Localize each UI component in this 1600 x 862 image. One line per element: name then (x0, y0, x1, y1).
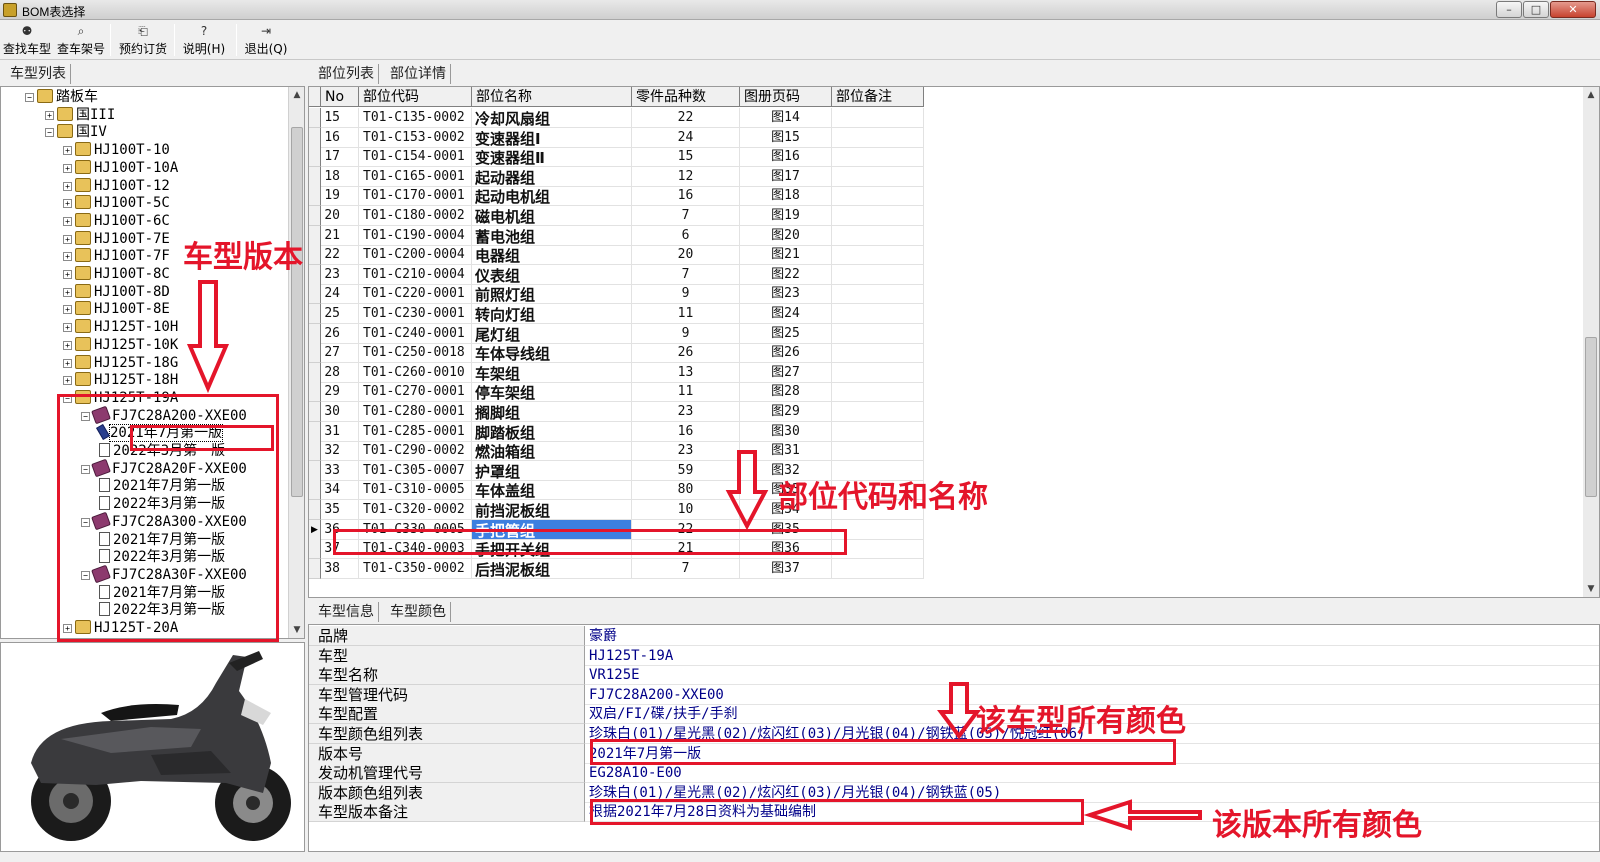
arrow-left-icon (1083, 799, 1202, 831)
arrow-down-icon (937, 682, 981, 740)
annotation-arrows (186, 280, 1202, 831)
arrow-down-icon (725, 450, 769, 531)
bom-select-window: BOM表选择 – □ ✕ ⚉ 查找车型 ⌕ 查车架号 ⎗ 预约订货 ? 说明(H… (0, 0, 1600, 862)
arrow-down-icon (186, 280, 230, 394)
